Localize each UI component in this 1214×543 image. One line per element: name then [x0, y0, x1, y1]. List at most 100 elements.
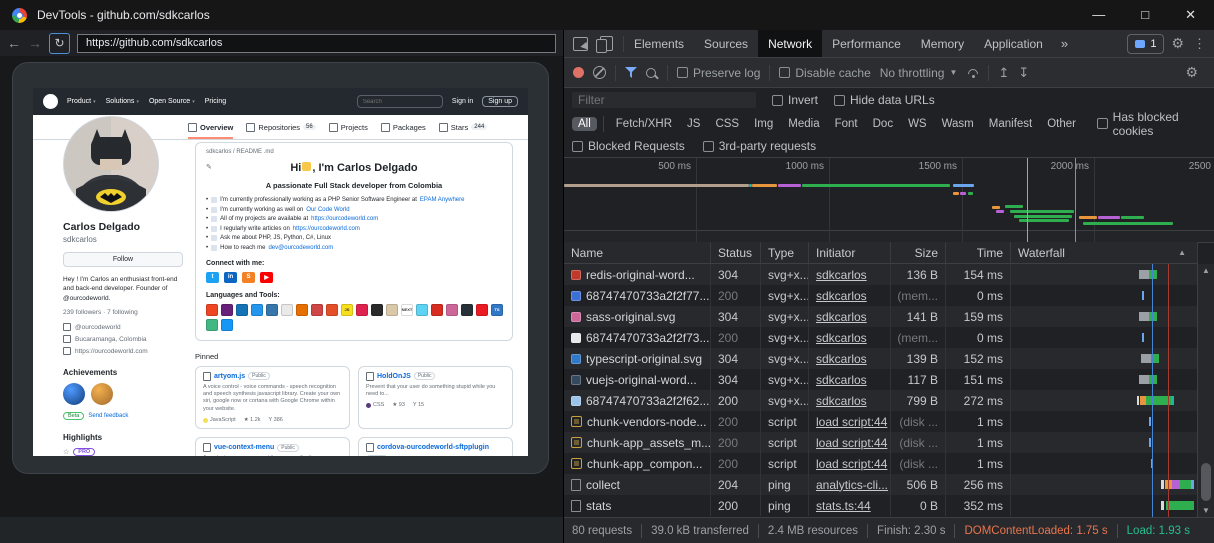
edit-icon[interactable]: ✎: [206, 163, 212, 171]
profile-tab-packages[interactable]: Packages: [380, 115, 426, 139]
stackoverflow-icon[interactable]: S: [242, 271, 255, 283]
inspect-element-icon[interactable]: [573, 36, 588, 51]
twitter-icon[interactable]: t: [206, 271, 219, 283]
url-input[interactable]: [77, 33, 556, 53]
profile-tab-repositories[interactable]: Repositories 56: [246, 115, 316, 139]
initiator-cell[interactable]: sdkcarlos: [809, 285, 891, 306]
initiator-cell[interactable]: sdkcarlos: [809, 369, 891, 390]
initiator-cell[interactable]: analytics-cli...: [809, 474, 891, 495]
bullet-link[interactable]: https://ourcodeworld.com: [293, 226, 360, 232]
clear-icon[interactable]: [593, 66, 606, 79]
initiator-cell[interactable]: load script:44: [809, 411, 891, 432]
filter-chip-img[interactable]: Img: [748, 117, 779, 131]
initiator-cell[interactable]: sdkcarlos: [809, 327, 891, 348]
preserve-log-box[interactable]: [677, 67, 688, 78]
throttling-select[interactable]: No throttling ▼: [880, 66, 958, 80]
send-feedback-link[interactable]: Send feedback: [88, 413, 128, 419]
back-icon[interactable]: ←: [7, 36, 21, 50]
repo-name-link[interactable]: vue-context-menu: [214, 444, 274, 451]
filter-chip-css[interactable]: CSS: [709, 117, 745, 131]
initiator-cell[interactable]: load script:44: [809, 432, 891, 453]
filter-chip-all[interactable]: All: [572, 116, 597, 131]
github-nav-product[interactable]: Product ▾: [67, 98, 96, 105]
devtools-tab-application[interactable]: Application: [974, 30, 1053, 57]
github-nav-solutions[interactable]: Solutions ▾: [106, 98, 139, 105]
profile-tab-overview[interactable]: Overview: [188, 115, 233, 139]
github-nav-pricing[interactable]: Pricing: [205, 98, 226, 105]
follow-button[interactable]: Follow: [63, 252, 183, 267]
bullet-link[interactable]: EPAM Anywhere: [420, 197, 465, 203]
blocked-requests-checkbox[interactable]: Blocked Requests: [572, 139, 685, 153]
achievement-badge-2[interactable]: [91, 383, 113, 406]
github-search-input[interactable]: [356, 95, 443, 108]
table-row[interactable]: chunk-app_compon... 200 script load script:…: [564, 453, 1198, 474]
disable-cache-checkbox[interactable]: Disable cache: [779, 66, 871, 80]
menu-dots-icon[interactable]: ⋮: [1191, 36, 1214, 52]
forward-icon[interactable]: →: [28, 36, 42, 50]
filter-chip-wasm[interactable]: Wasm: [936, 117, 980, 131]
bullet-link[interactable]: https://ourcodeworld.com: [311, 216, 378, 222]
table-row[interactable]: sass-original.svg 304 svg+x... sdkcarlos 141…: [564, 306, 1198, 327]
table-row[interactable]: collect 204 ping analytics-cli... 506 B 256 m…: [564, 474, 1198, 495]
column-header-time[interactable]: Time: [946, 242, 1011, 263]
filter-input[interactable]: [572, 92, 756, 108]
has-blocked-cookies-checkbox[interactable]: Has blocked cookies: [1096, 110, 1206, 138]
column-header-status[interactable]: Status: [711, 242, 761, 263]
filter-chip-js[interactable]: JS: [681, 117, 706, 131]
third-party-checkbox[interactable]: 3rd-party requests: [702, 139, 816, 153]
filter-chip-fetch-xhr[interactable]: Fetch/XHR: [610, 117, 678, 131]
close-button[interactable]: ✕: [1185, 7, 1196, 23]
filter-chip-other[interactable]: Other: [1041, 117, 1082, 131]
devtools-tab-memory[interactable]: Memory: [911, 30, 974, 57]
devtools-tab-elements[interactable]: Elements: [624, 30, 694, 57]
more-tabs-icon[interactable]: »: [1053, 36, 1076, 51]
device-toolbar-icon[interactable]: [596, 36, 613, 53]
scroll-down-icon[interactable]: ▼: [1198, 506, 1214, 515]
followers-count[interactable]: 239 followers · 7 following: [63, 309, 183, 316]
filter-chip-font[interactable]: Font: [829, 117, 864, 131]
column-header-size[interactable]: Size: [891, 242, 946, 263]
repo-name-link[interactable]: HoldOnJS: [377, 373, 411, 380]
import-har-icon[interactable]: ↥: [998, 65, 1009, 81]
network-overview-timeline[interactable]: 500 ms 1000 ms 1500 ms 2000 ms 2500: [564, 158, 1214, 243]
filter-chip-ws[interactable]: WS: [902, 117, 933, 131]
export-har-icon[interactable]: ↧: [1018, 65, 1029, 81]
table-row[interactable]: 68747470733a2f2f77... 200 svg+x... sdkcarlo…: [564, 285, 1198, 306]
table-row[interactable]: redis-original-word... 304 svg+x... sdkcarl…: [564, 264, 1198, 285]
scroll-up-icon[interactable]: ▲: [1198, 266, 1214, 275]
youtube-icon[interactable]: ▶: [260, 271, 273, 283]
hide-data-urls-checkbox[interactable]: Hide data URLs: [834, 93, 935, 107]
scrollbar[interactable]: ▲ ▼: [1197, 264, 1214, 517]
table-row[interactable]: chunk-app_assets_m... 200 script load scrip…: [564, 432, 1198, 453]
minimize-button[interactable]: —: [1092, 7, 1105, 23]
linkedin-icon[interactable]: in: [224, 271, 237, 283]
initiator-cell[interactable]: stats.ts:44: [809, 495, 891, 516]
filter-chip-media[interactable]: Media: [782, 117, 825, 131]
repo-stars[interactable]: ★ 93: [392, 402, 405, 408]
repo-name-link[interactable]: artyom.js: [214, 373, 245, 380]
disable-cache-box[interactable]: [779, 67, 791, 78]
achievement-badge-1[interactable]: [63, 383, 85, 406]
profile-tab-stars[interactable]: Stars 244: [438, 115, 488, 139]
column-header-name[interactable]: Name: [564, 242, 711, 263]
readme-breadcrumb[interactable]: sdkcarlos / README .md: [206, 149, 502, 155]
record-icon[interactable]: [573, 67, 584, 78]
initiator-cell[interactable]: load script:44: [809, 453, 891, 474]
maximize-button[interactable]: □: [1141, 7, 1149, 23]
network-conditions-icon[interactable]: [966, 68, 979, 78]
sign-in-link[interactable]: Sign in: [452, 98, 473, 105]
repo-forks[interactable]: Y 15: [413, 402, 424, 408]
github-nav-open-source[interactable]: Open Source ▾: [149, 98, 195, 105]
preserve-log-checkbox[interactable]: Preserve log: [677, 66, 760, 80]
initiator-cell[interactable]: sdkcarlos: [809, 264, 891, 285]
repo-stars[interactable]: ★ 1.2k: [244, 417, 261, 423]
initiator-cell[interactable]: sdkcarlos: [809, 306, 891, 327]
devtools-tab-sources[interactable]: Sources: [694, 30, 758, 57]
bullet-link[interactable]: dev@ourcodeworld.com: [268, 245, 333, 251]
initiator-cell[interactable]: sdkcarlos: [809, 390, 891, 411]
table-row[interactable]: stats 200 ping stats.ts:44 0 B 352 ms: [564, 495, 1198, 516]
sign-up-button[interactable]: Sign up: [482, 96, 518, 107]
initiator-cell[interactable]: sdkcarlos: [809, 348, 891, 369]
avatar[interactable]: [63, 116, 159, 212]
devtools-tab-network[interactable]: Network: [758, 30, 823, 57]
